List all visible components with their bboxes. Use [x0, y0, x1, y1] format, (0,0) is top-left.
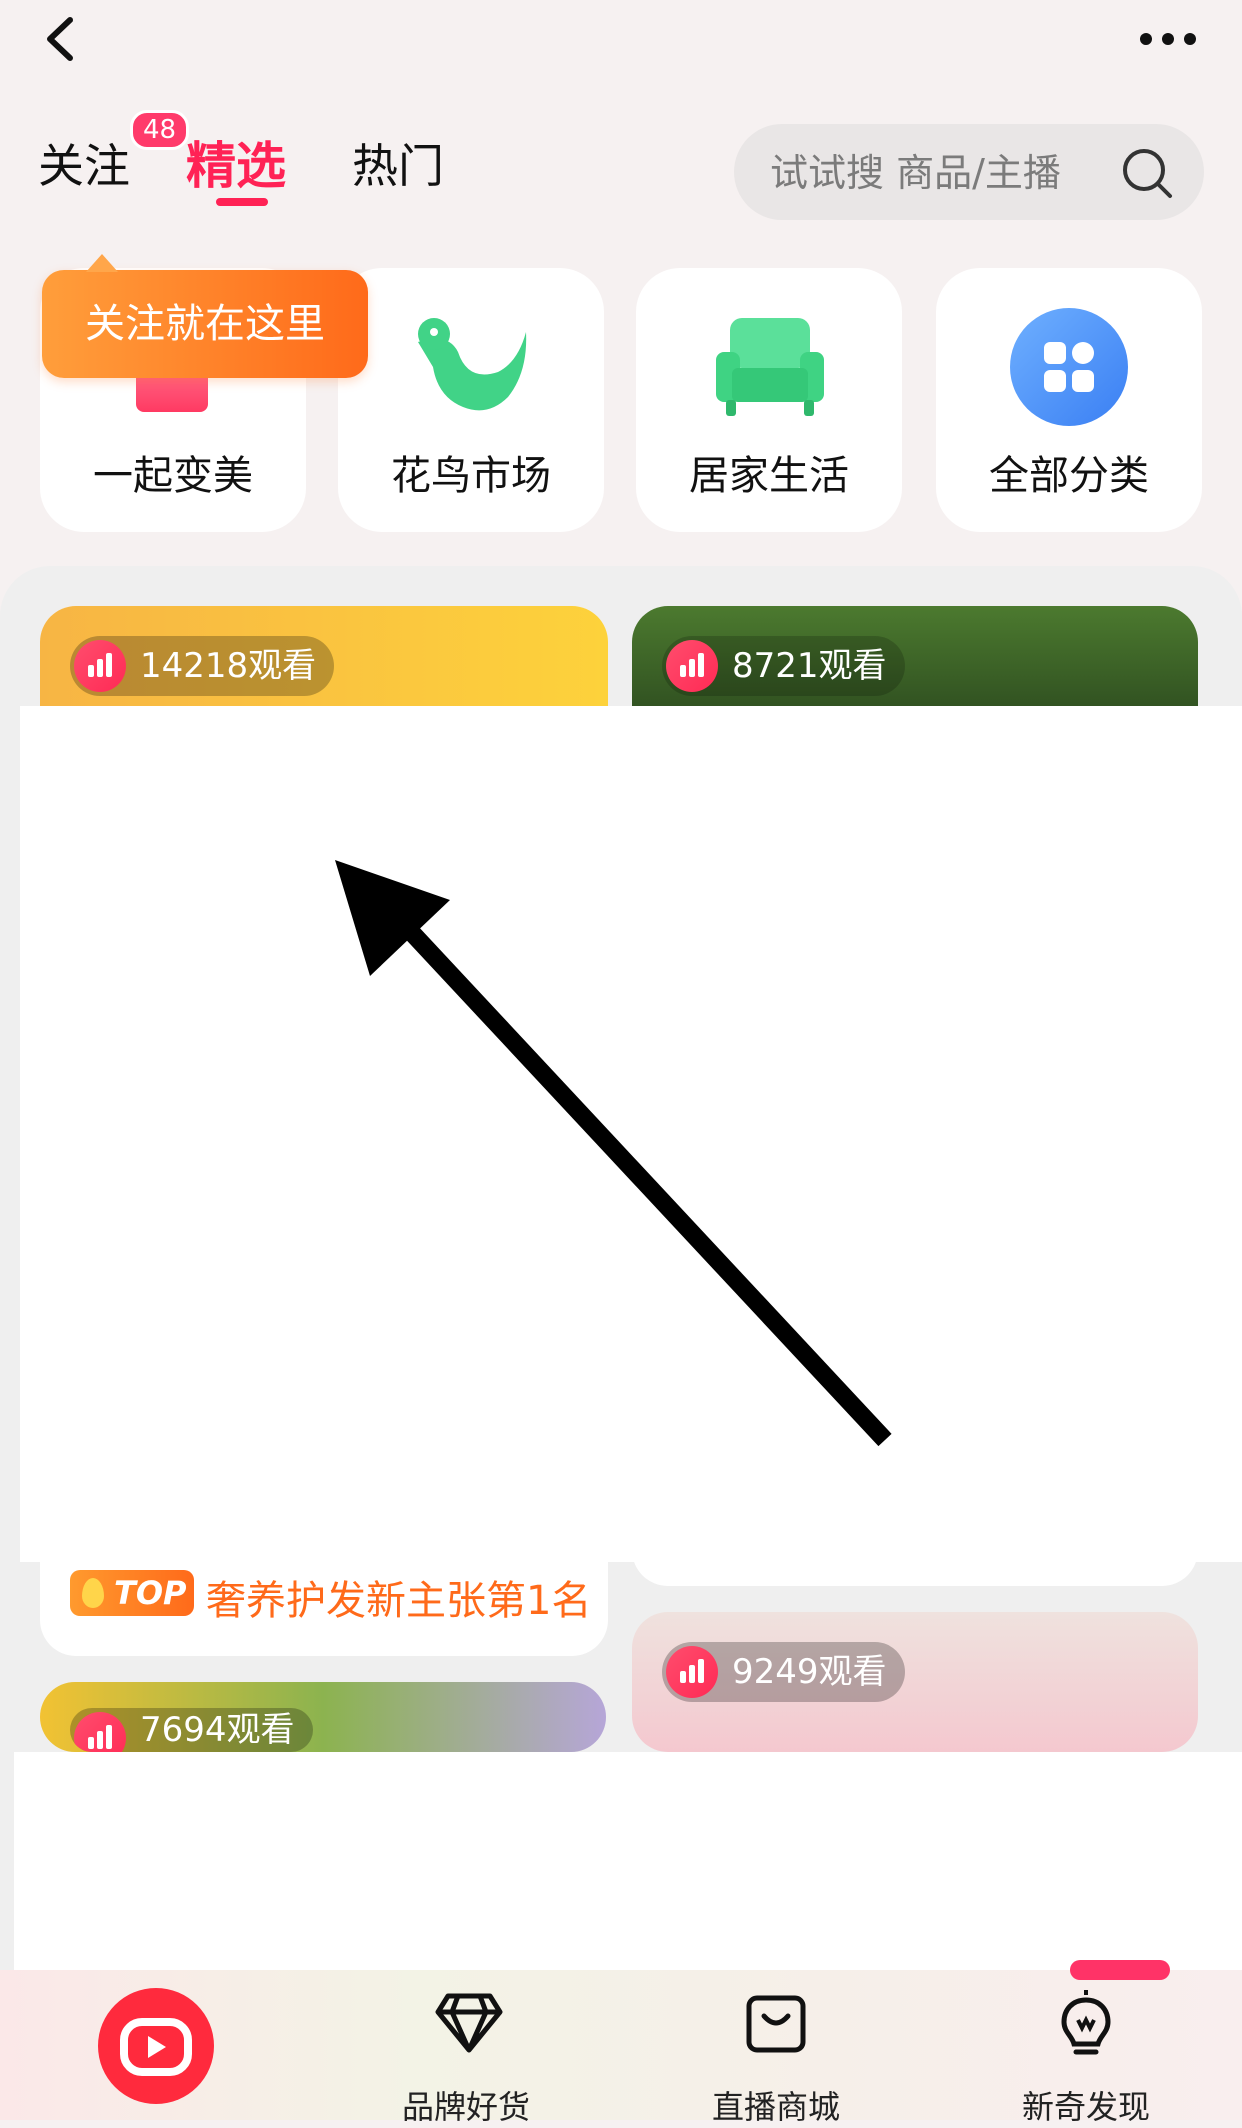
category-label: 居家生活 [689, 453, 849, 499]
back-icon[interactable] [40, 14, 80, 64]
diamond-icon [434, 1990, 504, 2056]
search-icon[interactable] [1120, 146, 1174, 200]
tab-featured[interactable]: 精选 [186, 126, 286, 198]
live-stats-icon [74, 640, 126, 692]
top-bar [0, 0, 1242, 110]
arrow-up-left-icon [330, 860, 900, 1460]
category-label: 一起变美 [93, 453, 253, 499]
more-icon[interactable] [1140, 24, 1210, 54]
live-stats-icon [666, 1646, 718, 1698]
tab-follow[interactable]: 关注 [38, 130, 130, 196]
category-flower-bird[interactable]: 花鸟市场 [338, 268, 604, 532]
top-badge-label: TOP [114, 1574, 187, 1612]
view-count-pill: 14218观看 [70, 636, 335, 696]
nav-label: 品牌好货 [401, 2088, 530, 2126]
live-button[interactable] [98, 1988, 214, 2104]
tab-hot[interactable]: 热门 [352, 130, 444, 196]
view-count-pill: 8721观看 [662, 636, 905, 696]
category-label: 花鸟市场 [391, 453, 551, 499]
sofa-icon [712, 312, 828, 422]
follow-count-badge: 48 [130, 110, 190, 150]
live-stats-icon [666, 640, 718, 692]
grid-icon [1010, 308, 1128, 426]
view-count-pill: 7694观看 [70, 1708, 313, 1752]
view-count: 7694观看 [140, 1710, 295, 1750]
ranking-text[interactable]: 奢养护发新主张第1名 [206, 1568, 591, 1626]
view-count: 14218观看 [140, 646, 317, 686]
nav-label: 直播商城 [711, 2088, 840, 2126]
notification-tag [1070, 1960, 1170, 1980]
category-home-living[interactable]: 居家生活 [636, 268, 902, 532]
category-all[interactable]: 全部分类 [936, 268, 1202, 532]
category-label: 全部分类 [989, 453, 1149, 499]
follow-tooltip[interactable]: 关注就在这里 [42, 254, 368, 378]
nav-label: 新奇发现 [1021, 2088, 1150, 2126]
lightbulb-icon [1056, 1990, 1116, 2060]
view-count-pill: 9249观看 [662, 1642, 905, 1702]
active-tab-underline [216, 198, 268, 206]
content-overlay [14, 1752, 1242, 1970]
bird-icon [408, 312, 534, 422]
view-count: 9249观看 [732, 1652, 887, 1692]
search-input[interactable] [768, 146, 1132, 200]
top-badge: TOP [70, 1570, 194, 1616]
view-count: 8721观看 [732, 646, 887, 686]
shopping-bag-icon [744, 1990, 808, 2056]
live-stats-icon [74, 1712, 126, 1752]
fire-icon [82, 1578, 104, 1608]
search-bar[interactable] [734, 124, 1204, 220]
